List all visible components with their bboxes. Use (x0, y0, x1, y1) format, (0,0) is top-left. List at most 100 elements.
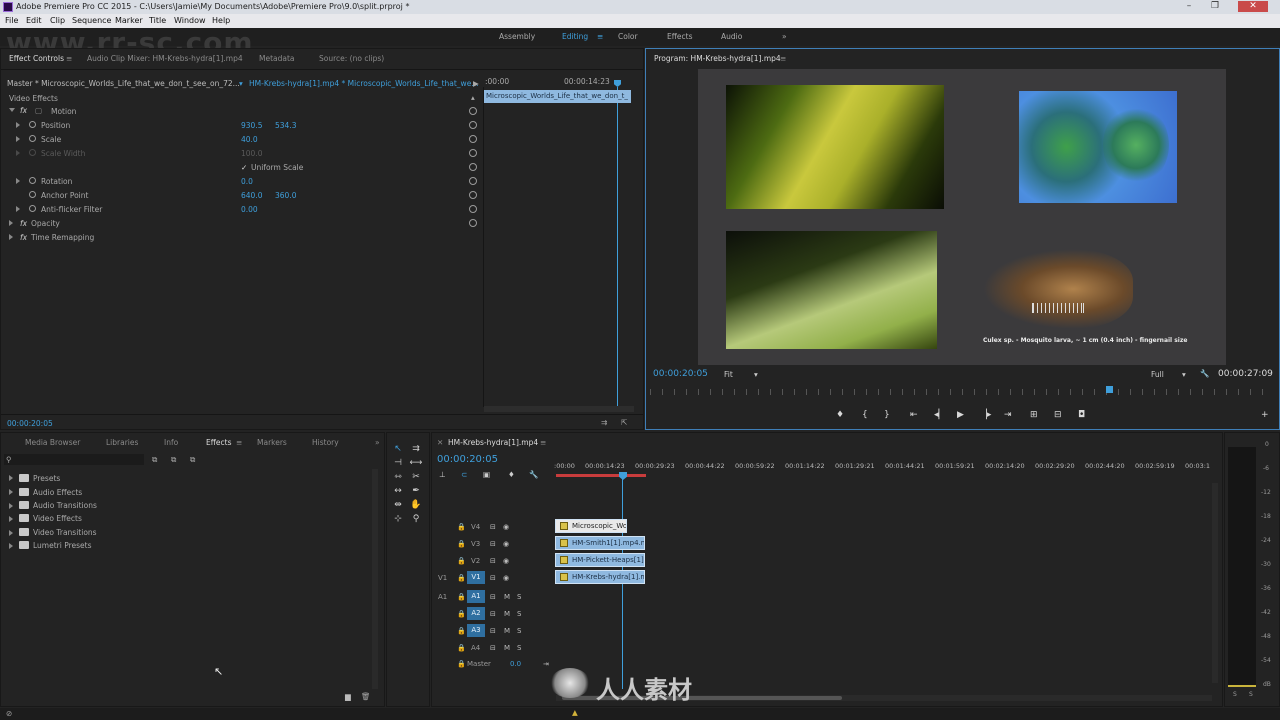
export-icon[interactable]: ⇱ (621, 418, 627, 427)
mark-in-icon[interactable]: { (862, 410, 868, 420)
effects-item-lumetri-presets[interactable]: Lumetri Presets (33, 541, 92, 550)
effects-item-audio-effects[interactable]: Audio Effects (33, 488, 82, 497)
go-to-end-icon[interactable]: ⇥ (543, 660, 549, 668)
workspace-assembly[interactable]: Assembly (499, 32, 535, 41)
clip-v4[interactable]: Microscopic_Wo (555, 519, 627, 533)
sync-lock-icon[interactable]: ⊟ (490, 610, 496, 618)
stopwatch-icon[interactable] (29, 191, 36, 198)
camera-icon[interactable]: ◘ (1078, 410, 1085, 420)
sync-lock-icon[interactable]: ⊟ (490, 627, 496, 635)
program-menu-icon[interactable]: ≡ (780, 54, 786, 63)
tab-menu-icon[interactable]: ≡ (236, 438, 242, 447)
expand-lumetri-presets-icon[interactable] (9, 543, 13, 549)
chevron-down-icon[interactable]: ▾ (239, 79, 243, 88)
linked-selection-icon[interactable]: ▣ (483, 470, 490, 479)
eye-icon[interactable]: ◉ (503, 557, 509, 565)
expand-video-transitions-icon[interactable] (9, 530, 13, 536)
uniform-scale-checkbox[interactable]: ✓ (241, 163, 247, 172)
slide-tool-icon[interactable]: ⇹ (391, 499, 405, 511)
sync-lock-icon[interactable]: ⊟ (490, 523, 496, 531)
reset-motion-icon[interactable] (469, 107, 477, 115)
reset-scale-width-icon[interactable] (469, 149, 477, 157)
lock-icon[interactable]: 🔒 (457, 574, 466, 582)
master-volume-value[interactable]: 0.0 (510, 660, 521, 668)
add-button-icon[interactable]: + (1261, 410, 1269, 420)
tab-effects[interactable]: Effects (206, 438, 232, 447)
effects-item-audio-transitions[interactable]: Audio Transitions (33, 501, 97, 510)
clip-v3[interactable]: HM-Smith1[1].mp4.mp (555, 536, 645, 550)
tab-libraries[interactable]: Libraries (106, 438, 138, 447)
menu-edit[interactable]: Edit (26, 16, 42, 25)
lift-icon[interactable]: ⊞ (1030, 410, 1038, 420)
more-tabs-icon[interactable]: » (375, 438, 380, 447)
reset-antiflicker-icon[interactable] (469, 205, 477, 213)
clip-selector[interactable]: HM-Krebs-hydra[1].mp4 * Microscopic_Worl… (249, 79, 478, 88)
expand-position-icon[interactable] (16, 122, 20, 128)
stopwatch-icon[interactable] (29, 121, 36, 128)
expand-opacity-icon[interactable] (9, 220, 13, 226)
reset-rotation-icon[interactable] (469, 177, 477, 185)
mute-icon[interactable]: M (504, 644, 510, 652)
solo-icon[interactable]: S (517, 593, 521, 601)
clip-v2[interactable]: HM-Pickett-Heaps[1] (555, 553, 645, 567)
reset-position-icon[interactable] (469, 121, 477, 129)
solo-icon[interactable]: S (517, 610, 521, 618)
step-forward-icon[interactable]: ▕▸ (980, 410, 991, 420)
zoom-tool-icon[interactable]: ⚲ (409, 513, 423, 525)
timeline-timecode[interactable]: 00:00:20:05 (437, 454, 498, 465)
effects-scrollbar[interactable] (372, 469, 378, 689)
stopwatch-icon[interactable] (29, 205, 36, 212)
timeline-tab[interactable]: HM-Krebs-hydra[1].mp4 (448, 438, 538, 447)
stopwatch-icon[interactable] (29, 177, 36, 184)
timeline-settings-icon[interactable]: 🔧 (529, 470, 538, 479)
32bit-effects-icon[interactable]: ⧉ (171, 455, 176, 465)
razor-tool-icon[interactable]: ✂ (409, 471, 423, 483)
sync-lock-icon[interactable]: ⊟ (490, 593, 496, 601)
lock-icon[interactable]: 🔒 (457, 610, 466, 618)
eye-icon[interactable]: ◉ (503, 574, 509, 582)
filter-icon[interactable]: ⇉ (601, 418, 607, 427)
workspace-effects[interactable]: Effects (667, 32, 693, 41)
anchor-y-value[interactable]: 360.0 (275, 191, 296, 200)
timeline-menu-icon[interactable]: ≡ (540, 438, 546, 447)
reset-anchor-icon[interactable] (469, 191, 477, 199)
go-to-in-icon[interactable]: ⇤ (910, 410, 918, 420)
tab-markers[interactable]: Markers (257, 438, 287, 447)
maximize-icon[interactable]: ❐ (1204, 1, 1226, 12)
workspace-color[interactable]: Color (618, 32, 638, 41)
close-icon[interactable]: ✕ (1238, 1, 1268, 12)
mute-icon[interactable]: M (504, 593, 510, 601)
pen-tool-icon[interactable]: ✒ (409, 485, 423, 497)
chevron-down-icon[interactable]: ▾ (1182, 370, 1186, 379)
lock-icon[interactable]: 🔒 (457, 660, 466, 668)
program-scrubber[interactable] (650, 389, 1274, 395)
workspace-menu-icon[interactable]: ≡ (597, 32, 603, 41)
eye-icon[interactable]: ◉ (503, 523, 509, 531)
playhead-icon[interactable] (614, 80, 621, 87)
minimize-icon[interactable]: – (1178, 1, 1200, 12)
workspace-audio[interactable]: Audio (721, 32, 742, 41)
tab-history[interactable]: History (312, 438, 339, 447)
tab-info[interactable]: Info (164, 438, 178, 447)
yuv-effects-icon[interactable]: ⧉ (190, 455, 195, 465)
effects-item-video-transitions[interactable]: Video Transitions (33, 528, 97, 537)
wrench-icon[interactable]: 🔧 (1200, 369, 1209, 378)
ec-clip-bar[interactable]: Microscopic_Worlds_Life_that_we_don_t_ (484, 90, 631, 103)
eye-icon[interactable]: ◉ (503, 540, 509, 548)
snap-icon[interactable]: ⊂ (461, 470, 467, 479)
clip-v1[interactable]: HM-Krebs-hydra[1].mp (555, 570, 645, 584)
workspace-more-icon[interactable]: » (782, 32, 787, 41)
scale-value[interactable]: 40.0 (241, 135, 258, 144)
chevron-down-icon[interactable]: ▾ (754, 370, 758, 379)
ec-timecode[interactable]: 00:00:20:05 (7, 419, 53, 428)
menu-help[interactable]: Help (212, 16, 230, 25)
expand-audio-effects-icon[interactable] (9, 489, 13, 495)
expand-antiflicker-icon[interactable] (16, 206, 20, 212)
close-tab-icon[interactable]: ✕ (437, 438, 443, 447)
rate-stretch-tool-icon[interactable]: ⇿ (391, 471, 405, 483)
crop-tool-icon[interactable]: ⊹ (391, 513, 405, 525)
solo-right-button[interactable]: S (1249, 691, 1253, 698)
mute-icon[interactable]: M (504, 627, 510, 635)
sync-lock-icon[interactable]: ⊟ (490, 557, 496, 565)
program-timecode[interactable]: 00:00:20:05 (653, 369, 708, 379)
